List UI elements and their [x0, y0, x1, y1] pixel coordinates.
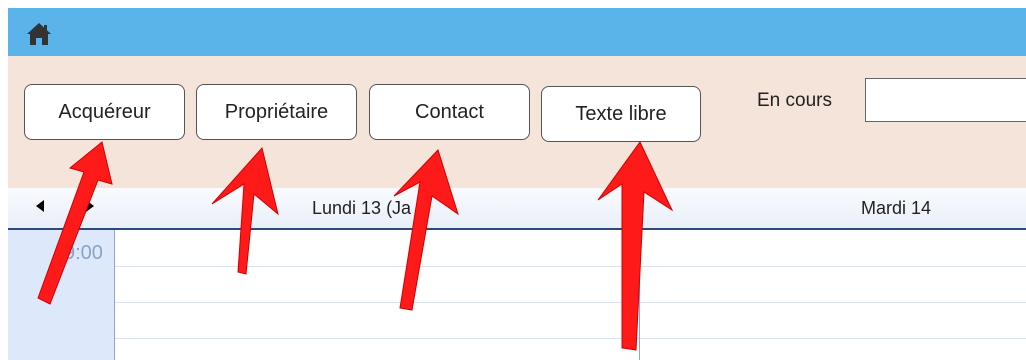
en-cours-input[interactable]: [865, 78, 1026, 122]
time-label: 9:00: [64, 242, 103, 264]
day-header-tuesday: Mardi 14: [861, 198, 932, 218]
calendar-header: Lundi 13 (Ja Mardi 14: [8, 188, 1026, 230]
proprietaire-button[interactable]: Propriétaire: [196, 84, 357, 140]
en-cours-label: En cours: [757, 90, 832, 111]
grid-line: [115, 302, 1026, 303]
grid-line: [115, 338, 1026, 339]
day-header-monday: Lundi 13 (Ja: [312, 198, 412, 218]
grid-line: [115, 266, 1026, 267]
texte-libre-button[interactable]: Texte libre: [541, 86, 701, 142]
next-arrow-icon[interactable]: [86, 200, 94, 212]
prev-arrow-icon[interactable]: [36, 200, 44, 212]
acquereur-button[interactable]: Acquéreur: [24, 84, 185, 140]
contact-button[interactable]: Contact: [369, 84, 530, 140]
day-divider: [639, 230, 640, 360]
home-icon[interactable]: [26, 22, 52, 46]
window-edge: [0, 0, 8, 360]
toolbar: Acquéreur Propriétaire Contact Texte lib…: [8, 56, 1026, 188]
top-bar: [8, 8, 1026, 56]
time-column: 9:00: [8, 230, 114, 360]
calendar-grid[interactable]: [114, 230, 1026, 360]
